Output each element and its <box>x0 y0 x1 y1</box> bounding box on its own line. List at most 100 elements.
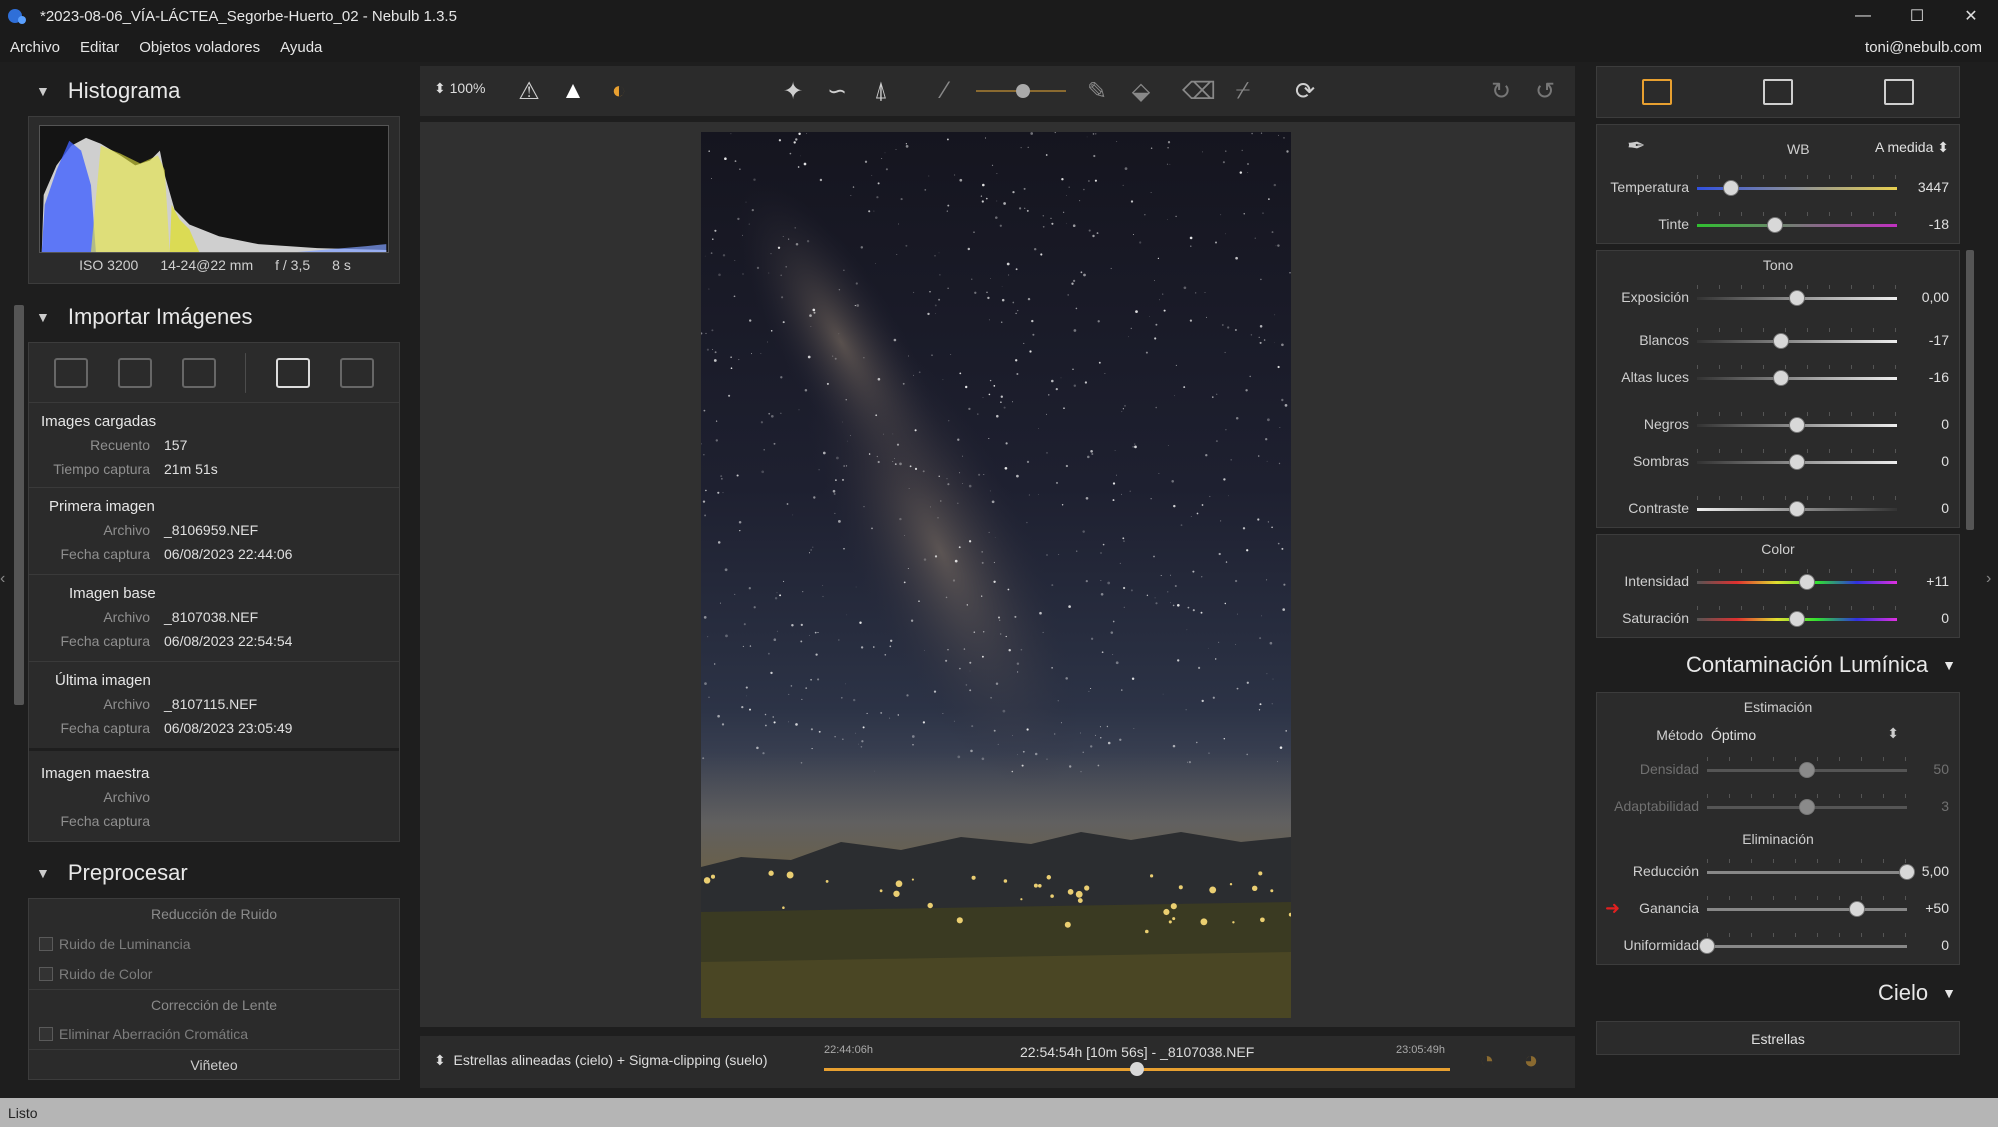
remove-images-icon[interactable] <box>181 357 216 388</box>
last-image-group[interactable]: Última imagen Archivo _8107115.NEF Fecha … <box>29 661 399 748</box>
slider-knob[interactable] <box>1799 799 1815 815</box>
add-folder-icon[interactable] <box>117 357 152 388</box>
remove-master-icon[interactable] <box>340 357 375 388</box>
base-image-group[interactable]: Imagen base Archivo _8107038.NEF Fecha ca… <box>29 574 399 661</box>
zoom-control[interactable]: ⬍ 100% <box>434 80 485 97</box>
brush-size-slider[interactable] <box>976 84 1066 98</box>
warning-filled-icon[interactable]: ▲ <box>556 74 590 108</box>
slider-knob[interactable] <box>1773 370 1789 386</box>
stars-section[interactable]: Estrellas <box>1596 1021 1960 1055</box>
slider-knob[interactable] <box>1899 864 1915 880</box>
exposicion-slider[interactable]: Exposición 0,00 <box>1597 279 1959 316</box>
slider-knob[interactable] <box>1799 574 1815 590</box>
slider-track[interactable] <box>1697 340 1897 343</box>
contraste-slider[interactable]: Contraste 0 <box>1597 490 1959 527</box>
undo-icon[interactable]: ↺ <box>1528 74 1562 108</box>
method-select[interactable]: Óptimo <box>1711 727 1756 743</box>
tab-image-landscape[interactable] <box>1762 79 1793 105</box>
tower-icon[interactable]: ⍋ <box>864 74 898 108</box>
palette-icon[interactable]: ◐ <box>602 74 636 108</box>
saturacion-slider[interactable]: Saturación 0 <box>1597 600 1959 637</box>
negros-slider[interactable]: Negros 0 <box>1597 406 1959 443</box>
magic-wand-icon[interactable]: ⁄ <box>928 74 962 108</box>
slider-track[interactable] <box>1697 377 1897 380</box>
collapse-triangle-icon[interactable]: ▼ <box>36 83 50 99</box>
collapse-left-icon[interactable]: ‹ <box>0 570 5 588</box>
slider-knob[interactable] <box>1773 333 1789 349</box>
broom-icon[interactable]: ⌿ <box>1226 74 1260 108</box>
sombras-slider[interactable]: Sombras 0 <box>1597 443 1959 480</box>
slider-knob[interactable] <box>1799 762 1815 778</box>
clock-reset-icon[interactable]: ◕ <box>1514 1044 1548 1078</box>
tab-crop[interactable] <box>1883 79 1914 105</box>
timeline-knob[interactable] <box>1130 1062 1144 1076</box>
altas-luces-slider[interactable]: Altas luces -16 <box>1597 359 1959 396</box>
fill-icon[interactable]: ⬙ <box>1124 74 1158 108</box>
slider-track[interactable] <box>1707 871 1907 874</box>
slider-track[interactable] <box>1707 908 1907 911</box>
intensidad-slider[interactable]: Intensidad +11 <box>1597 563 1959 600</box>
preprocess-header[interactable]: ▼ Preprocesar <box>28 848 400 898</box>
brush-icon[interactable]: ✎ <box>1080 74 1114 108</box>
blancos-slider[interactable]: Blancos -17 <box>1597 322 1959 359</box>
stars-icon[interactable]: ✦ <box>776 74 810 108</box>
reduccion-slider[interactable]: Reducción 5,00 <box>1597 853 1959 890</box>
eraser-icon[interactable]: ⌫ <box>1182 74 1216 108</box>
menu-objetos-voladores[interactable]: Objetos voladores <box>129 39 270 56</box>
add-images-icon[interactable] <box>53 357 88 388</box>
clock-icon[interactable]: ◔ <box>1470 1044 1504 1078</box>
menu-editar[interactable]: Editar <box>70 39 129 56</box>
slider-knob[interactable] <box>1789 611 1805 627</box>
ganancia-slider[interactable]: ➜ Ganancia +50 <box>1597 890 1959 927</box>
import-header[interactable]: ▼ Importar Imágenes <box>28 292 400 342</box>
user-account[interactable]: toni@nebulb.com <box>1865 39 1982 56</box>
slider-knob[interactable] <box>1789 417 1805 433</box>
maximize-button[interactable]: ☐ <box>1890 0 1944 32</box>
stack-mode-select[interactable]: ⬍ Estrellas alineadas (cielo) + Sigma-cl… <box>434 1052 768 1069</box>
timeline-slider[interactable] <box>824 1062 1450 1076</box>
tab-image-adjust[interactable] <box>1642 79 1673 105</box>
method-select-arrow-icon[interactable]: ⬍ <box>1887 725 1899 742</box>
slider-knob[interactable] <box>1789 454 1805 470</box>
slider-knob[interactable] <box>1699 938 1715 954</box>
color-noise-checkbox[interactable]: Ruido de Color <box>29 959 399 989</box>
eyedropper-icon[interactable]: ✒ <box>1627 133 1645 159</box>
wb-select[interactable]: A medida ⬍ <box>1875 139 1949 156</box>
light-pollution-header[interactable]: Contaminación Lumínica ▼ <box>1596 638 1960 692</box>
luminance-noise-checkbox[interactable]: Ruido de Luminancia <box>29 929 399 959</box>
menu-archivo[interactable]: Archivo <box>0 39 70 56</box>
slider-knob[interactable] <box>1849 901 1865 917</box>
slider-knob[interactable] <box>1767 217 1783 233</box>
sky-header[interactable]: Cielo ▼ <box>1596 965 1960 1021</box>
temperatura-slider[interactable]: Temperatura 3447 <box>1597 169 1959 206</box>
uniformidad-slider[interactable]: Uniformidad 0 <box>1597 927 1959 964</box>
close-button[interactable]: ✕ <box>1944 0 1998 32</box>
slider-knob[interactable] <box>1789 290 1805 306</box>
slider-track[interactable] <box>1707 945 1907 948</box>
collapse-triangle-icon[interactable]: ▼ <box>1942 985 1956 1001</box>
menu-ayuda[interactable]: Ayuda <box>270 39 332 56</box>
first-image-group[interactable]: Primera imagen Archivo _8106959.NEF Fecha… <box>29 487 399 574</box>
right-scrollbar[interactable] <box>1966 250 1974 530</box>
left-scrollbar[interactable] <box>14 305 24 705</box>
collapse-triangle-icon[interactable]: ▼ <box>36 865 50 881</box>
slider-track[interactable] <box>1697 581 1897 584</box>
master-image-icon[interactable] <box>276 357 311 388</box>
warning-outline-icon[interactable]: ⚠ <box>512 74 546 108</box>
redo-icon[interactable]: ↻ <box>1484 74 1518 108</box>
collapse-right-icon[interactable]: › <box>1986 570 1991 588</box>
aberration-checkbox[interactable]: Eliminar Aberración Cromática <box>29 1019 399 1049</box>
image-canvas[interactable] <box>420 122 1575 1027</box>
slider-track[interactable] <box>1697 224 1897 227</box>
vignette-heading[interactable]: Viñeteo <box>29 1049 399 1079</box>
refresh-icon[interactable]: ⟳ <box>1288 74 1322 108</box>
milky-way-icon[interactable]: ∽ <box>820 74 854 108</box>
histogram-header[interactable]: ▼ Histograma <box>28 66 400 116</box>
slider-knob[interactable] <box>1789 501 1805 517</box>
master-image-group[interactable]: Imagen maestra Archivo Fecha captura <box>29 748 399 841</box>
collapse-triangle-icon[interactable]: ▼ <box>1942 657 1956 673</box>
tinte-slider[interactable]: Tinte -18 <box>1597 206 1959 243</box>
collapse-triangle-icon[interactable]: ▼ <box>36 309 50 325</box>
slider-knob[interactable] <box>1723 180 1739 196</box>
minimize-button[interactable]: — <box>1836 0 1890 32</box>
